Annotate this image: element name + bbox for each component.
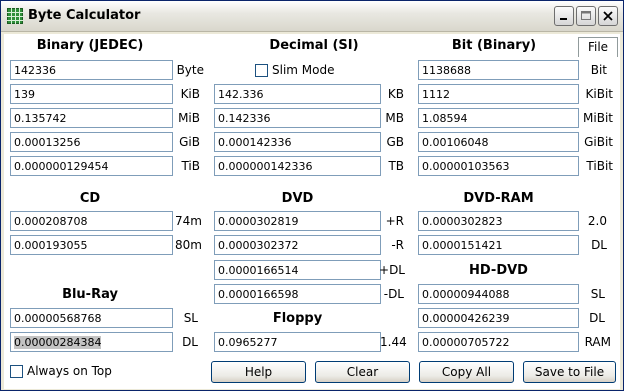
byte-calculator-window: Byte Calculator Binary (JEDEC) Decimal (… <box>0 0 624 391</box>
main-panel: Binary (JEDEC) Decimal (SI) Bit (Binary)… <box>4 34 620 389</box>
dvd-plusdl-unit: +DL <box>379 263 405 277</box>
dvd-minusr-unit: -R <box>391 238 404 252</box>
hddvd-ram-unit: RAM <box>584 335 611 349</box>
cd-80m-field[interactable]: 0.000193055 <box>10 235 173 255</box>
bluray-dl-field[interactable]: 0.00000284384 <box>10 332 173 352</box>
decimal-mb-unit: MB <box>385 111 404 125</box>
bit-tibit-field[interactable]: 0.00000103563 <box>418 156 579 176</box>
bit-gibit-unit: GiBit <box>584 135 613 149</box>
hddvd-dl-field[interactable]: 0.00000426239 <box>418 308 579 328</box>
dvd-plusr-unit: +R <box>385 214 404 228</box>
binary-kib-field[interactable]: 139 <box>10 84 173 104</box>
binary-kib-unit: KiB <box>180 87 200 101</box>
binary-header: Binary (JEDEC) <box>36 38 144 53</box>
dvdram-header: DVD-RAM <box>463 191 534 206</box>
save-to-file-button[interactable]: Save to File <box>523 361 616 383</box>
floppy-144-field[interactable]: 0.0965277 <box>214 332 381 352</box>
binary-tib-unit: TiB <box>181 159 200 173</box>
always-on-top-label: Always on Top <box>27 364 112 378</box>
hddvd-sl-unit: SL <box>590 287 605 301</box>
close-icon <box>603 11 613 21</box>
decimal-mb-field[interactable]: 0.142336 <box>214 108 381 128</box>
dvdram-20-unit: 2.0 <box>587 214 607 228</box>
help-button[interactable]: Help <box>211 361 306 383</box>
dvd-header: DVD <box>281 191 314 206</box>
minimize-button[interactable] <box>554 6 574 26</box>
bit-mibit-field[interactable]: 1.08594 <box>418 108 579 128</box>
dvd-minusdl-unit: -DL <box>383 287 404 301</box>
window-title: Byte Calculator <box>28 8 141 23</box>
floppy-header: Floppy <box>272 311 323 326</box>
maximize-button[interactable] <box>576 6 596 26</box>
binary-mib-field[interactable]: 0.135742 <box>10 108 173 128</box>
binary-gib-unit: GiB <box>179 135 200 149</box>
always-on-top-checkbox[interactable] <box>10 365 23 378</box>
decimal-kb-unit: KB <box>387 87 404 101</box>
hddvd-sl-field[interactable]: 0.00000944088 <box>418 284 579 304</box>
binary-gib-field[interactable]: 0.00013256 <box>10 132 173 152</box>
binary-byte-unit: Byte <box>176 63 204 77</box>
cd-80m-unit: 80m <box>175 238 202 252</box>
bluray-dl-unit: DL <box>182 335 198 349</box>
floppy-144-unit: 1.44 <box>380 335 407 349</box>
dvd-minusr-field[interactable]: 0.0000302372 <box>214 235 381 255</box>
hddvd-header: HD-DVD <box>469 263 528 278</box>
close-button[interactable] <box>598 6 618 26</box>
bit-kibit-unit: KiBit <box>585 87 613 101</box>
dvdram-20-field[interactable]: 0.0000302823 <box>418 211 579 231</box>
bit-bit-unit: Bit <box>590 63 607 77</box>
cd-74m-unit: 74m <box>175 214 202 228</box>
title-bar[interactable]: Byte Calculator <box>1 1 623 32</box>
binary-tib-field[interactable]: 0.000000129454 <box>10 156 173 176</box>
hddvd-ram-field[interactable]: 0.00000705722 <box>418 332 579 352</box>
decimal-kb-field[interactable]: 142.336 <box>214 84 381 104</box>
decimal-gb-field[interactable]: 0.000142336 <box>214 132 381 152</box>
dvd-plusdl-field[interactable]: 0.0000166514 <box>214 260 381 280</box>
bit-header: Bit (Binary) <box>451 38 537 53</box>
decimal-gb-unit: GB <box>386 135 404 149</box>
decimal-tb-unit: TB <box>388 159 404 173</box>
clear-button[interactable]: Clear <box>315 361 410 383</box>
dvdram-dl-field[interactable]: 0.0000151421 <box>418 235 579 255</box>
bit-gibit-field[interactable]: 0.00106048 <box>418 132 579 152</box>
tab-file[interactable]: File <box>578 37 618 57</box>
cd-header: CD <box>79 191 101 206</box>
cd-74m-field[interactable]: 0.000208708 <box>10 211 173 231</box>
decimal-header: Decimal (SI) <box>269 38 359 53</box>
bit-tibit-unit: TiBit <box>586 159 613 173</box>
bluray-dl-selected-text: 0.00000284384 <box>14 336 102 349</box>
bluray-sl-field[interactable]: 0.00000568768 <box>10 308 173 328</box>
binary-byte-field[interactable]: 142336 <box>10 60 173 80</box>
slim-mode-label: Slim Mode <box>272 63 335 77</box>
bit-bit-field[interactable]: 1138688 <box>418 60 579 80</box>
slim-mode-checkbox[interactable] <box>255 64 268 77</box>
dvd-plusr-field[interactable]: 0.0000302819 <box>214 211 381 231</box>
bluray-header: Blu-Ray <box>62 287 118 302</box>
binary-mib-unit: MiB <box>178 111 200 125</box>
hddvd-dl-unit: DL <box>589 311 605 325</box>
dvd-minusdl-field[interactable]: 0.0000166598 <box>214 284 381 304</box>
copy-all-button[interactable]: Copy All <box>419 361 514 383</box>
minimize-icon <box>560 18 567 20</box>
decimal-tb-field[interactable]: 0.000000142336 <box>214 156 381 176</box>
grid-calculator-icon <box>7 8 23 24</box>
dvdram-dl-unit: DL <box>591 238 607 252</box>
bit-mibit-unit: MiBit <box>583 111 613 125</box>
bit-kibit-field[interactable]: 1112 <box>418 84 579 104</box>
bluray-sl-unit: SL <box>183 311 198 325</box>
maximize-icon <box>581 11 591 20</box>
